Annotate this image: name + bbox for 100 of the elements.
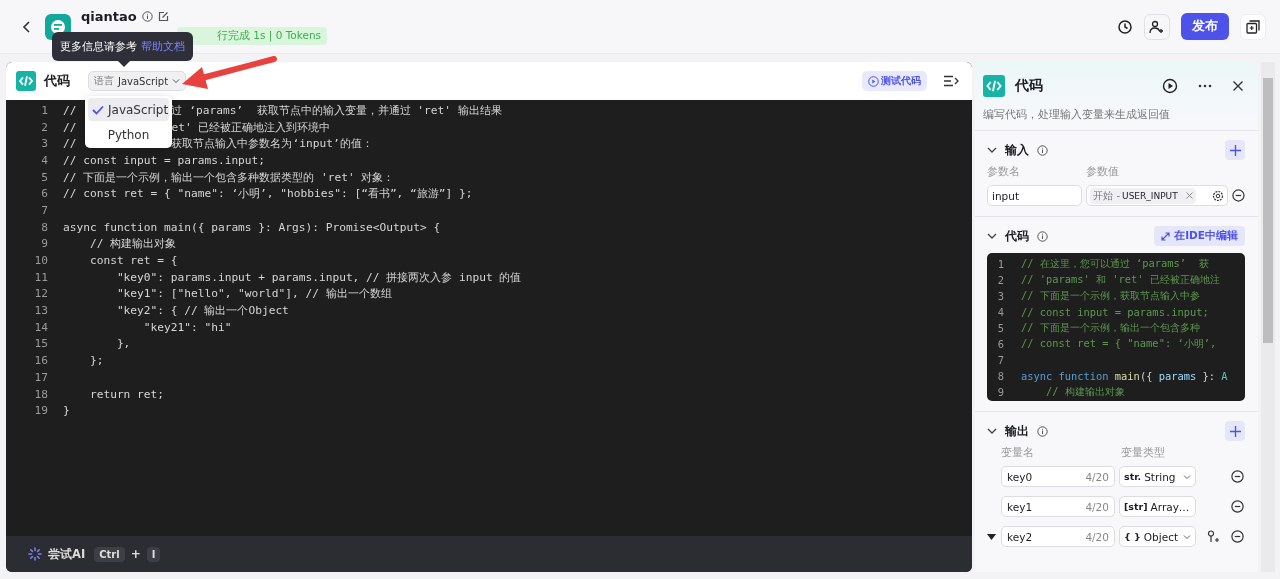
section-title: 输入 — [1005, 141, 1029, 159]
code-line: // — [63, 120, 77, 134]
code-line: // 在这里，您可以通过 ‘params’ 获 — [1021, 257, 1209, 271]
line-number: 16 — [33, 354, 48, 368]
language-select[interactable]: 语言 JavaScript — [88, 71, 187, 91]
line-number: 11 — [33, 270, 48, 284]
code-line: } — [63, 404, 70, 418]
line-number: 4 — [996, 306, 1004, 318]
character-count: 4/20 — [1085, 530, 1109, 543]
scrollbar-thumb[interactable] — [1263, 78, 1273, 343]
character-count: 4/20 — [1085, 500, 1109, 513]
code-line: "key21": "hi" — [142, 320, 232, 334]
sparkle-icon — [28, 547, 42, 561]
collapse-panel-icon[interactable] — [943, 75, 959, 87]
code-line: // 构建输出对象 — [1045, 385, 1125, 399]
panel-title: 代码 — [1015, 77, 1043, 95]
publish-button[interactable]: 发布 — [1181, 13, 1229, 40]
people-icon — [1149, 19, 1165, 34]
add-button[interactable] — [1225, 140, 1245, 160]
parameter-name-field[interactable]: input — [987, 185, 1083, 206]
duplicate-button[interactable] — [1240, 13, 1266, 40]
info-icon[interactable] — [1037, 230, 1048, 242]
type-icon: str. — [1124, 471, 1142, 482]
variable-name-field[interactable]: key2 4/20 — [1001, 526, 1115, 547]
line-number: 7 — [40, 203, 48, 217]
line-number: 13 — [33, 304, 48, 318]
panel-description: 编写代码，处理输入变量来生成返回值 — [983, 108, 1171, 122]
variable-name: USER_INPUT — [1122, 190, 1178, 201]
type-select[interactable]: { } Object — [1119, 526, 1196, 547]
expand-triangle-icon[interactable] — [987, 533, 996, 540]
add-button[interactable] — [1225, 421, 1245, 441]
code-line: }, — [115, 337, 131, 351]
plus-icon — [1229, 425, 1241, 437]
info-icon[interactable] — [1037, 144, 1048, 156]
line-number: 8 — [996, 370, 1004, 382]
chevron-down-icon — [172, 78, 181, 84]
plus-icon — [1229, 144, 1241, 156]
code-line: async function main({ params }: A — [1021, 370, 1228, 382]
history-icon[interactable] — [1117, 18, 1133, 35]
line-number: 9 — [40, 237, 48, 251]
section-title: 代码 — [1005, 227, 1029, 245]
code-logo-icon — [983, 75, 1005, 97]
code-preview[interactable] — [987, 253, 1245, 401]
variable-name-field[interactable]: key0 4/20 — [1001, 466, 1115, 487]
scrollbar[interactable] — [1261, 62, 1275, 572]
more-icon[interactable] — [1198, 84, 1212, 88]
code-line: "key1": ["hello", "world"], // 输出一个数组 — [115, 286, 392, 302]
line-number: 7 — [996, 354, 1004, 366]
info-icon[interactable] — [1037, 425, 1048, 437]
variable-source: 开始 - — [1093, 188, 1121, 203]
line-number: 15 — [33, 337, 48, 351]
gear-icon[interactable] — [1212, 189, 1225, 202]
edit-in-ide-button[interactable]: 在IDE中编辑 — [1154, 226, 1245, 246]
try-ai-label[interactable]: 尝试AI — [48, 546, 86, 562]
chevron-down-icon[interactable] — [987, 428, 997, 434]
info-icon[interactable] — [141, 10, 153, 22]
test-code-button[interactable]: 测试代码 — [862, 71, 927, 91]
code-line: // 下面是一个示例，获取节点输入中参 — [1021, 289, 1200, 303]
chevron-down-icon[interactable] — [987, 147, 997, 153]
line-number: 18 — [33, 387, 48, 401]
app-name: qiantao — [81, 8, 137, 24]
chevron-down-icon[interactable] — [987, 233, 997, 239]
parameter-value-field[interactable]: 开始 - USER_INPUT — [1086, 185, 1229, 206]
remove-icon[interactable] — [1231, 530, 1244, 543]
line-number: 3 — [996, 290, 1004, 302]
code-line: // — [63, 103, 77, 117]
code-line: // — [63, 137, 77, 151]
play-icon — [868, 75, 879, 87]
back-icon[interactable] — [21, 19, 33, 34]
chevron-down-icon — [1183, 473, 1191, 480]
clear-icon[interactable] — [1185, 192, 1193, 199]
code-line: async function main({ params }: Args): Promise<Output> { — [63, 220, 441, 234]
line-number: 5 — [996, 322, 1004, 334]
line-number: 10 — [33, 254, 48, 268]
variable-name-field[interactable]: key1 4/20 — [1001, 496, 1115, 517]
language-option[interactable]: JavaScript — [88, 98, 169, 121]
line-number: 2 — [996, 274, 1004, 286]
column-label: 变量类型 — [1121, 446, 1165, 460]
line-number: 6 — [40, 187, 48, 201]
line-number: 8 — [40, 220, 48, 234]
edit-icon[interactable] — [157, 10, 169, 22]
remove-icon[interactable] — [1231, 470, 1244, 483]
type-select[interactable]: str. String — [1119, 466, 1196, 487]
chevron-down-icon — [1183, 533, 1191, 540]
collaborators-button[interactable] — [1144, 13, 1170, 40]
add-child-icon[interactable] — [1207, 530, 1219, 543]
language-option[interactable]: Python — [88, 123, 169, 146]
close-icon[interactable] — [1232, 80, 1244, 92]
run-icon[interactable] — [1162, 78, 1178, 94]
remove-icon[interactable] — [1231, 500, 1244, 513]
code-line: // const ret = { "name": ‘小明’, — [1021, 337, 1218, 351]
column-label: 参数名 — [987, 165, 1021, 179]
remove-icon[interactable] — [1232, 189, 1245, 202]
code-logo-icon — [16, 71, 36, 91]
type-select[interactable]: [str] Array… — [1119, 496, 1196, 517]
code-line: return ret; — [88, 387, 165, 401]
column-label: 参数值 — [1086, 165, 1119, 179]
type-icon: [str] — [1124, 501, 1148, 512]
line-number: 19 — [33, 404, 48, 418]
copy-icon — [1246, 19, 1260, 34]
